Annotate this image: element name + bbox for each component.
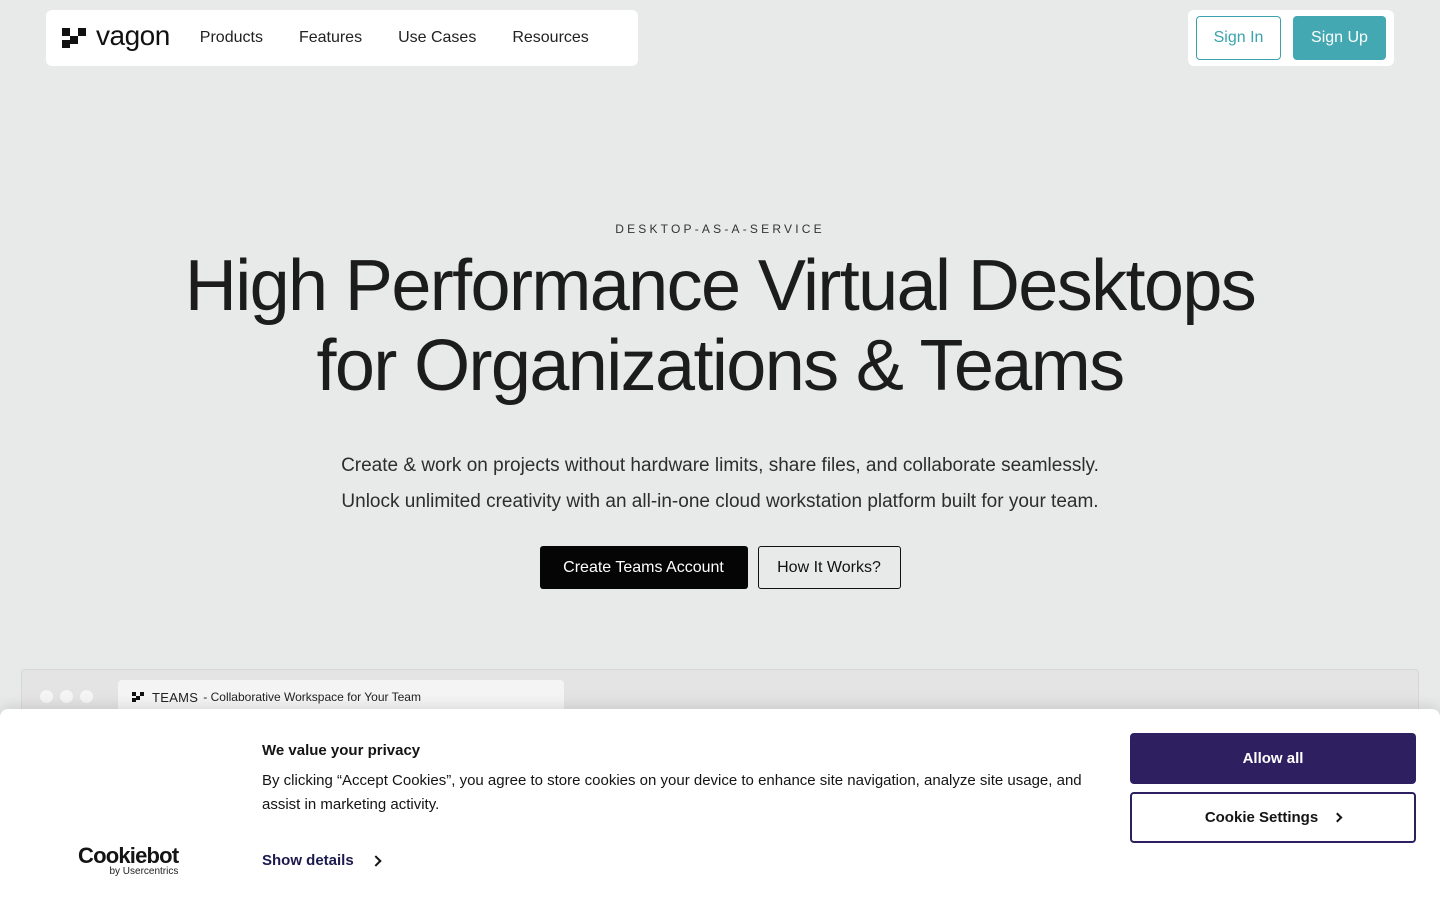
show-details-label: Show details xyxy=(262,852,354,869)
nav-link-features[interactable]: Features xyxy=(299,29,362,47)
cookiebot-logo[interactable]: Cookiebot by Usercentrics xyxy=(78,843,179,878)
auth-nav: Sign In Sign Up xyxy=(1188,10,1394,66)
hero-subtitle-line-1: Create & work on projects without hardwa… xyxy=(341,455,1099,476)
sign-up-button[interactable]: Sign Up xyxy=(1293,16,1386,60)
sign-in-button[interactable]: Sign In xyxy=(1196,16,1281,60)
nav-link-use-cases[interactable]: Use Cases xyxy=(398,29,476,47)
window-dot-icon xyxy=(60,690,73,703)
hero-subtitle: Create & work on projects without hardwa… xyxy=(0,448,1440,520)
vagon-logo[interactable]: vagon xyxy=(62,20,170,52)
window-dot-icon xyxy=(80,690,93,703)
window-dot-icon xyxy=(40,690,53,703)
cookie-settings-label: Cookie Settings xyxy=(1204,809,1319,826)
allow-all-button[interactable]: Allow all xyxy=(1130,733,1416,784)
cookie-title: We value your privacy xyxy=(262,742,421,759)
cookie-description: By clicking “Accept Cookies”, you agree … xyxy=(262,772,1082,813)
cookiebot-logo-word: Cookiebot xyxy=(78,843,179,868)
vagon-logo-icon xyxy=(62,28,88,48)
chevron-right-icon xyxy=(1332,812,1343,823)
window-controls xyxy=(40,690,93,703)
preview-tab-brand: TEAMS xyxy=(152,689,199,705)
how-it-works-button[interactable]: How It Works? xyxy=(757,546,901,589)
preview-tab-title: - Collaborative Workspace for Your Team xyxy=(203,690,421,704)
nav-links: Products Features Use Cases Resources xyxy=(200,29,589,47)
cookie-banner: Cookiebot by Usercentrics We value your … xyxy=(0,709,1440,900)
hero-title-line-1: High Performance Virtual Desktops xyxy=(184,246,1257,326)
show-details-link[interactable]: Show details xyxy=(262,852,382,869)
nav-link-products[interactable]: Products xyxy=(200,29,263,47)
hero-subtitle-line-2: Unlock unlimited creativity with an all-… xyxy=(341,491,1099,512)
cookie-settings-button[interactable]: Cookie Settings xyxy=(1130,792,1416,843)
nav-link-resources[interactable]: Resources xyxy=(512,29,588,47)
brand-name: vagon xyxy=(96,20,170,51)
hero-title-line-2: for Organizations & Teams xyxy=(316,326,1125,406)
main-nav: vagon Products Features Use Cases Resour… xyxy=(46,10,638,66)
chevron-right-icon xyxy=(370,854,382,867)
create-teams-account-button[interactable]: Create Teams Account xyxy=(539,546,748,589)
vagon-logo-icon xyxy=(132,692,146,702)
hero-eyebrow: DESKTOP-AS-A-SERVICE xyxy=(615,222,825,236)
hero-cta-group: Create Teams Account How It Works? xyxy=(0,546,1440,589)
hero-title: High Performance Virtual Desktops for Or… xyxy=(0,246,1440,406)
